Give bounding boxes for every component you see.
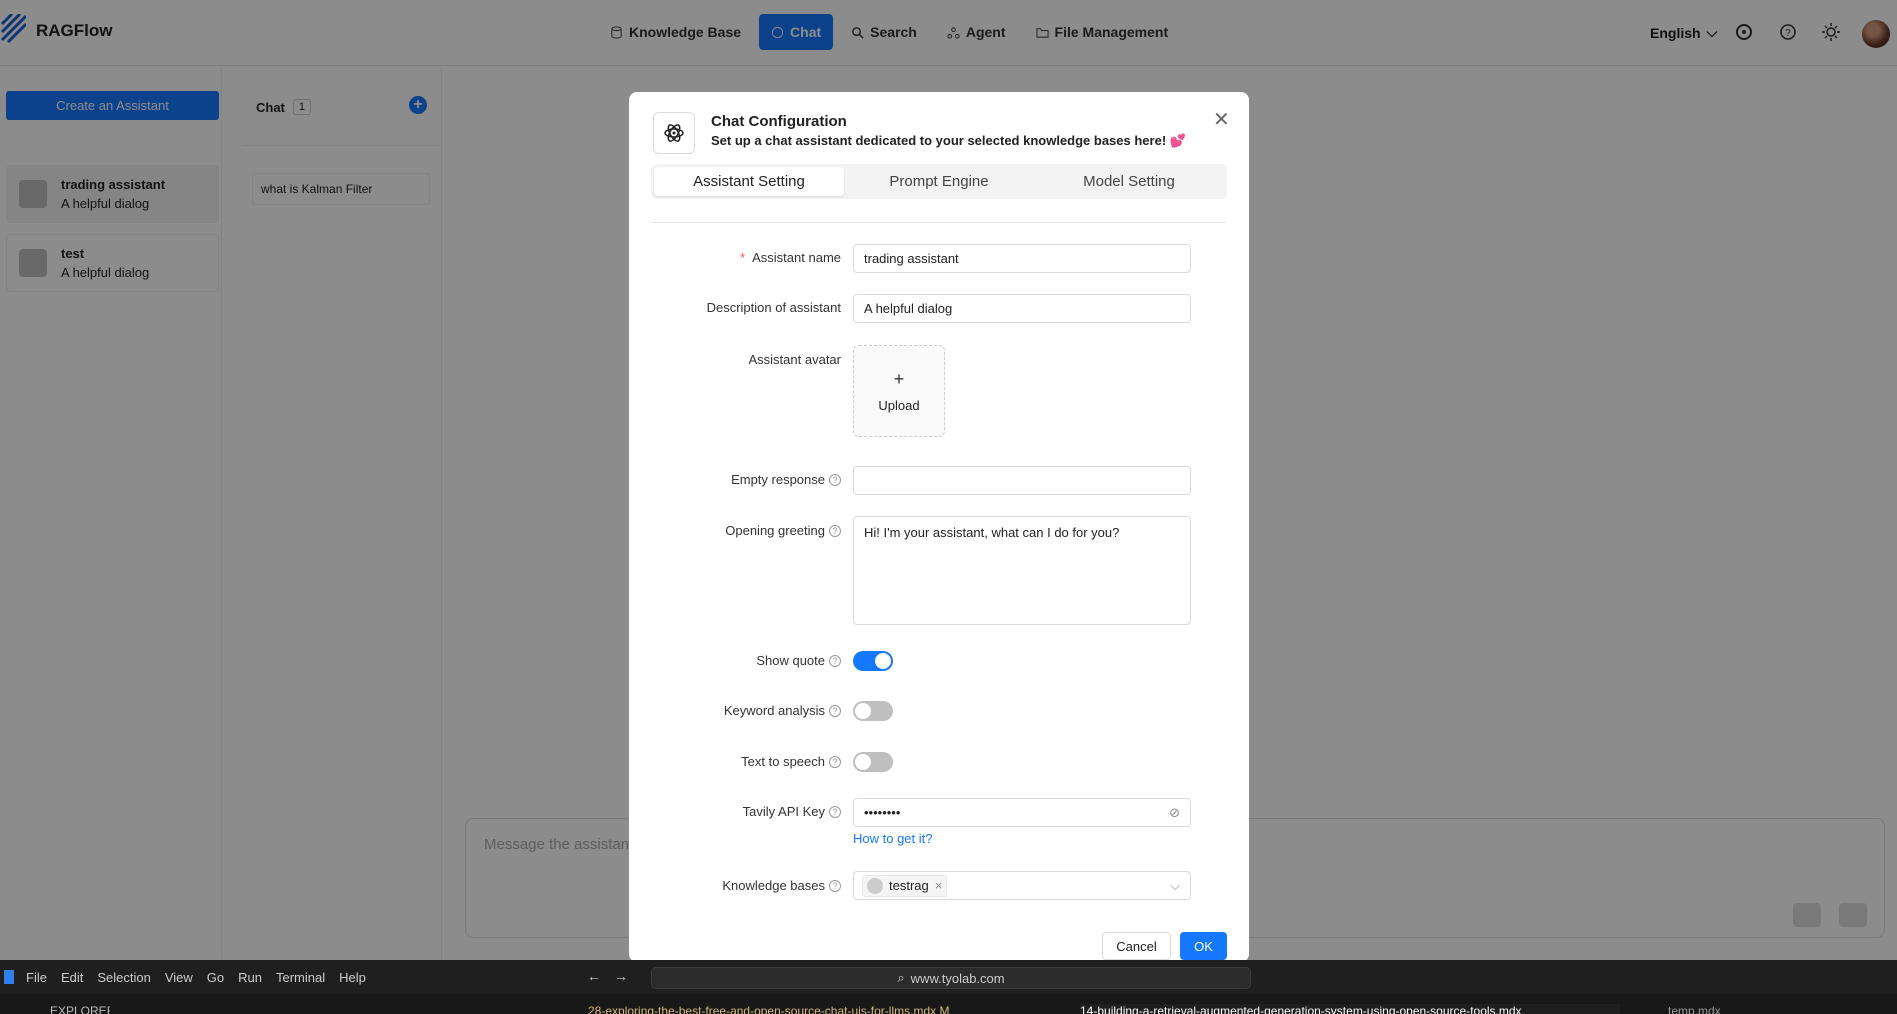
avatar-upload[interactable]: + Upload	[853, 345, 945, 437]
show-quote-label: Show quote ?	[641, 653, 841, 668]
how-to-get-link[interactable]: How to get it?	[853, 831, 933, 846]
empty-response-label: Empty response ?	[641, 472, 841, 487]
config-tabs: Assistant Setting Prompt Engine Model Se…	[651, 164, 1227, 199]
vscode-logo-icon	[4, 970, 14, 984]
opening-greeting-label: Opening greeting ?	[641, 523, 841, 538]
password-value: ••••••••	[864, 805, 901, 820]
search-icon: ⌕	[897, 970, 905, 985]
avatar-label: Assistant avatar	[641, 352, 842, 367]
cancel-button[interactable]: Cancel	[1102, 932, 1171, 960]
knowledge-bases-select[interactable]: testrag × ⌵	[853, 871, 1191, 900]
modal-subtitle: Set up a chat assistant dedicated to you…	[711, 133, 1186, 148]
label-text: Show quote	[756, 653, 825, 668]
label-text: Assistant avatar	[748, 352, 842, 367]
label-text: Tavily API Key	[742, 804, 825, 819]
eye-hidden-icon[interactable]: ⊘	[1169, 805, 1180, 821]
tab-model-setting[interactable]: Model Setting	[1034, 167, 1224, 196]
help-icon[interactable]: ?	[829, 524, 841, 537]
divider	[651, 222, 1227, 223]
search-text: www.tyolab.com	[910, 970, 1005, 986]
menu-help[interactable]: Help	[339, 970, 366, 985]
help-icon[interactable]: ?	[829, 654, 841, 667]
plus-icon: +	[893, 369, 905, 389]
menu-edit[interactable]: Edit	[61, 970, 83, 985]
remove-tag-icon[interactable]: ×	[935, 878, 943, 893]
description-input[interactable]: A helpful dialog	[853, 294, 1191, 323]
required-mark: *	[740, 250, 746, 265]
help-icon[interactable]: ?	[829, 704, 841, 717]
help-icon[interactable]: ?	[829, 755, 841, 768]
kb-avatar	[867, 877, 883, 894]
explorer-label: EXPLORER	[50, 1004, 110, 1014]
show-quote-toggle[interactable]	[853, 651, 893, 671]
menu-terminal[interactable]: Terminal	[276, 970, 325, 985]
editor-tab-active[interactable]: 14-building-a-retrieval-augmented-genera…	[1080, 1004, 1620, 1014]
vscode-menu: File Edit Selection View Go Run Terminal…	[26, 970, 366, 985]
editor-tab[interactable]: 28-exploring-the-best-free-and-open-sour…	[588, 1004, 1038, 1014]
label-text: Assistant name	[752, 250, 841, 265]
kb-tag: testrag ×	[862, 874, 948, 897]
menu-view[interactable]: View	[165, 970, 193, 985]
menu-go[interactable]: Go	[207, 970, 224, 985]
label-text: Empty response	[731, 472, 825, 487]
ok-button[interactable]: OK	[1180, 932, 1227, 960]
label-text: Text to speech	[741, 754, 825, 769]
chevron-down-icon: ⌵	[1170, 877, 1180, 893]
close-icon[interactable]: ✕	[1213, 107, 1230, 132]
tab-assistant-setting[interactable]: Assistant Setting	[654, 167, 844, 196]
empty-response-input[interactable]	[853, 466, 1191, 495]
description-label: Description of assistant	[641, 300, 841, 315]
help-icon[interactable]: ?	[829, 473, 841, 486]
text-to-speech-toggle[interactable]	[853, 752, 893, 772]
knowledge-bases-label: Knowledge bases ?	[641, 878, 841, 893]
text-to-speech-label: Text to speech ?	[641, 754, 841, 769]
opening-greeting-textarea[interactable]: Hi! I'm your assistant, what can I do fo…	[853, 516, 1191, 625]
back-arrow-icon[interactable]: ←	[587, 968, 601, 984]
vscode-search-bar[interactable]: ⌕ www.tyolab.com	[651, 967, 1251, 989]
tab-prompt-engine[interactable]: Prompt Engine	[844, 167, 1034, 196]
keyword-analysis-toggle[interactable]	[853, 701, 893, 721]
upload-label: Upload	[878, 398, 920, 413]
atom-icon	[653, 112, 695, 154]
editor-tab[interactable]: temp.mdx	[1668, 1004, 1738, 1014]
help-icon[interactable]: ?	[829, 805, 841, 818]
label-text: Knowledge bases	[722, 878, 825, 893]
assistant-name-input[interactable]: trading assistant	[853, 244, 1191, 273]
label-text: Description of assistant	[706, 300, 841, 315]
help-icon[interactable]: ?	[829, 879, 841, 892]
menu-file[interactable]: File	[26, 970, 47, 985]
menu-selection[interactable]: Selection	[97, 970, 150, 985]
tavily-api-key-input[interactable]: •••••••• ⊘	[853, 798, 1191, 827]
label-text: Opening greeting	[725, 523, 825, 538]
assistant-name-label: * Assistant name	[641, 250, 841, 265]
modal-title: Chat Configuration	[711, 113, 847, 130]
menu-run[interactable]: Run	[238, 970, 262, 985]
label-text: Keyword analysis	[723, 703, 825, 718]
forward-arrow-icon[interactable]: →	[614, 968, 628, 984]
kb-tag-label: testrag	[889, 878, 929, 893]
keyword-analysis-label: Keyword analysis ?	[641, 703, 841, 718]
tavily-api-key-label: Tavily API Key ?	[641, 804, 841, 819]
